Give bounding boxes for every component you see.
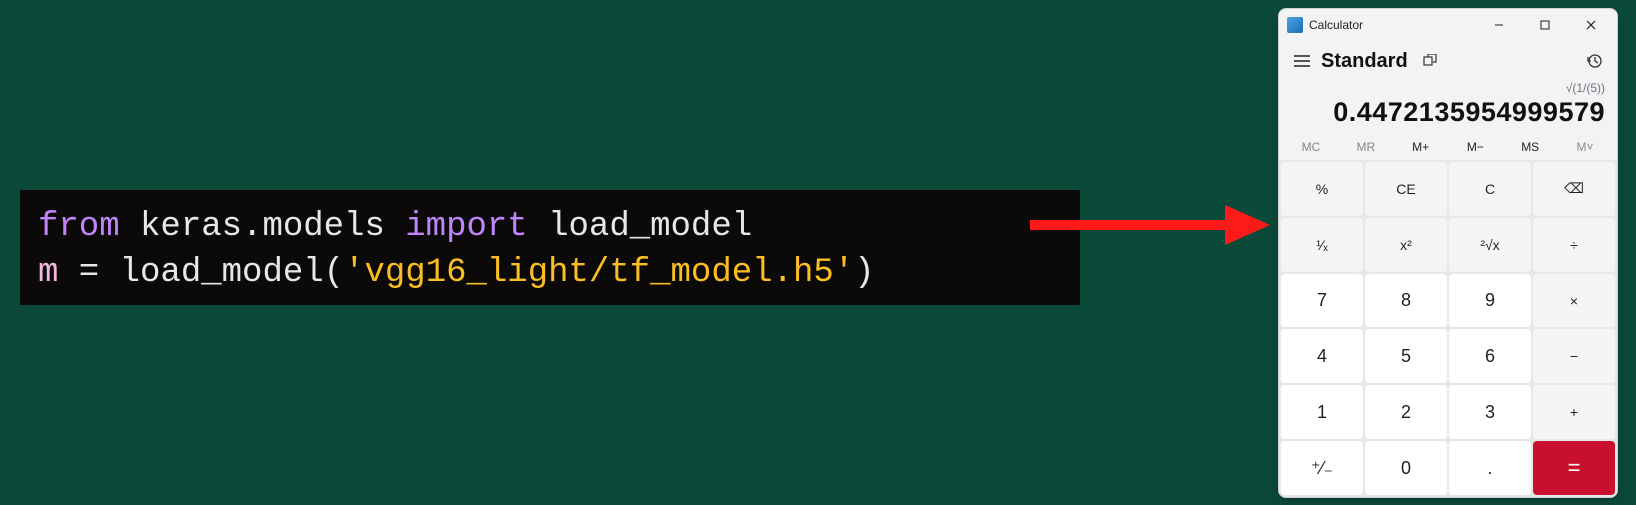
memory-recall-button[interactable]: MR	[1344, 140, 1388, 154]
negate-key[interactable]: ⁺⁄₋	[1281, 441, 1363, 495]
clear-key[interactable]: C	[1449, 162, 1531, 216]
digit-7-key[interactable]: 7	[1281, 274, 1363, 328]
code-lparen: (	[324, 254, 344, 292]
calculator-app-icon	[1287, 17, 1303, 33]
keypad: % CE C ⌫ ¹⁄ₓ x² ²√x ÷ 7 8 9 × 4 5 6 − 1 …	[1279, 160, 1617, 497]
reciprocal-key[interactable]: ¹⁄ₓ	[1281, 218, 1363, 272]
maximize-button[interactable]	[1525, 11, 1565, 39]
close-icon	[1586, 20, 1596, 30]
code-string: 'vgg16_light/tf_model.h5'	[344, 254, 854, 292]
display: √(1/(5)) 0.4472135954999579	[1279, 79, 1617, 134]
clear-entry-key[interactable]: CE	[1365, 162, 1447, 216]
code-keyword-import: import	[405, 208, 527, 246]
backspace-key[interactable]: ⌫	[1533, 162, 1615, 216]
result-display: 0.4472135954999579	[1291, 97, 1605, 128]
memory-list-button[interactable]: M˅	[1563, 140, 1607, 154]
mode-label: Standard	[1321, 50, 1408, 73]
equals-key[interactable]: =	[1533, 441, 1615, 495]
decimal-key[interactable]: .	[1449, 441, 1531, 495]
keep-on-top-button[interactable]	[1418, 49, 1442, 73]
history-button[interactable]	[1581, 48, 1607, 74]
multiply-key[interactable]: ×	[1533, 274, 1615, 328]
memory-subtract-button[interactable]: M−	[1453, 140, 1497, 154]
digit-0-key[interactable]: 0	[1365, 441, 1447, 495]
window-title: Calculator	[1309, 18, 1363, 32]
mode-bar: Standard	[1279, 41, 1617, 79]
code-func: load_model	[120, 254, 324, 292]
code-keyword-from: from	[38, 208, 120, 246]
digit-4-key[interactable]: 4	[1281, 329, 1363, 383]
close-button[interactable]	[1571, 11, 1611, 39]
code-var: m	[38, 254, 58, 292]
code-rparen: )	[854, 254, 874, 292]
percent-key[interactable]: %	[1281, 162, 1363, 216]
hamburger-icon	[1294, 55, 1310, 67]
sqrt-key[interactable]: ²√x	[1449, 218, 1531, 272]
digit-9-key[interactable]: 9	[1449, 274, 1531, 328]
minimize-button[interactable]	[1479, 11, 1519, 39]
digit-5-key[interactable]: 5	[1365, 329, 1447, 383]
memory-row: MC MR M+ M− MS M˅	[1279, 134, 1617, 160]
square-key[interactable]: x²	[1365, 218, 1447, 272]
memory-add-button[interactable]: M+	[1399, 140, 1443, 154]
subtract-key[interactable]: −	[1533, 329, 1615, 383]
digit-2-key[interactable]: 2	[1365, 385, 1447, 439]
expression-display: √(1/(5))	[1291, 81, 1605, 97]
minimize-icon	[1494, 20, 1504, 30]
history-icon	[1586, 53, 1602, 69]
keep-on-top-icon	[1423, 54, 1437, 68]
code-assign: =	[58, 254, 119, 292]
divide-key[interactable]: ÷	[1533, 218, 1615, 272]
calculator-window: Calculator Standard √(1/(5)) 0.447213595…	[1278, 8, 1618, 498]
digit-1-key[interactable]: 1	[1281, 385, 1363, 439]
titlebar: Calculator	[1279, 9, 1617, 41]
code-module: keras.models	[120, 208, 406, 246]
maximize-icon	[1540, 20, 1550, 30]
digit-8-key[interactable]: 8	[1365, 274, 1447, 328]
code-block: from keras.models import load_model m = …	[20, 190, 1080, 305]
add-key[interactable]: +	[1533, 385, 1615, 439]
digit-6-key[interactable]: 6	[1449, 329, 1531, 383]
memory-clear-button[interactable]: MC	[1289, 140, 1333, 154]
hamburger-menu-button[interactable]	[1289, 48, 1315, 74]
memory-store-button[interactable]: MS	[1508, 140, 1552, 154]
digit-3-key[interactable]: 3	[1449, 385, 1531, 439]
code-import-name: load_model	[528, 208, 752, 246]
